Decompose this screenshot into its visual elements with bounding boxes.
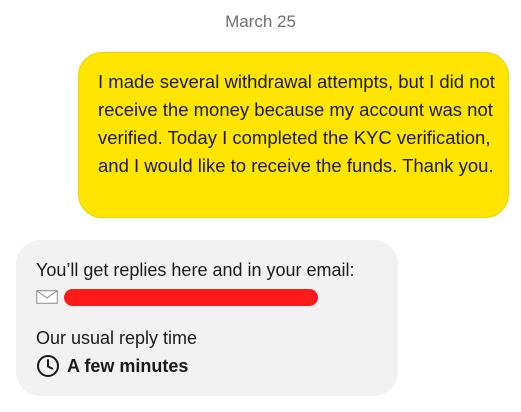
envelope-icon [36,290,58,304]
reply-info-text: You’ll get replies here and in your emai… [36,260,355,280]
clock-icon [37,355,59,377]
reply-expectation-card: You’ll get replies here and in your emai… [16,240,398,396]
reply-time-value: A few minutes [67,355,189,376]
user-message-bubble: I made several withdrawal attempts, but … [78,52,509,218]
email-row [36,286,384,308]
redacted-email [64,288,318,306]
date-separator: March 25 [225,12,296,31]
reply-time-label: Our usual reply time [36,328,198,348]
user-message-text: I made several withdrawal attempts, but … [98,71,495,176]
reply-time-row: A few minutes [36,354,384,378]
